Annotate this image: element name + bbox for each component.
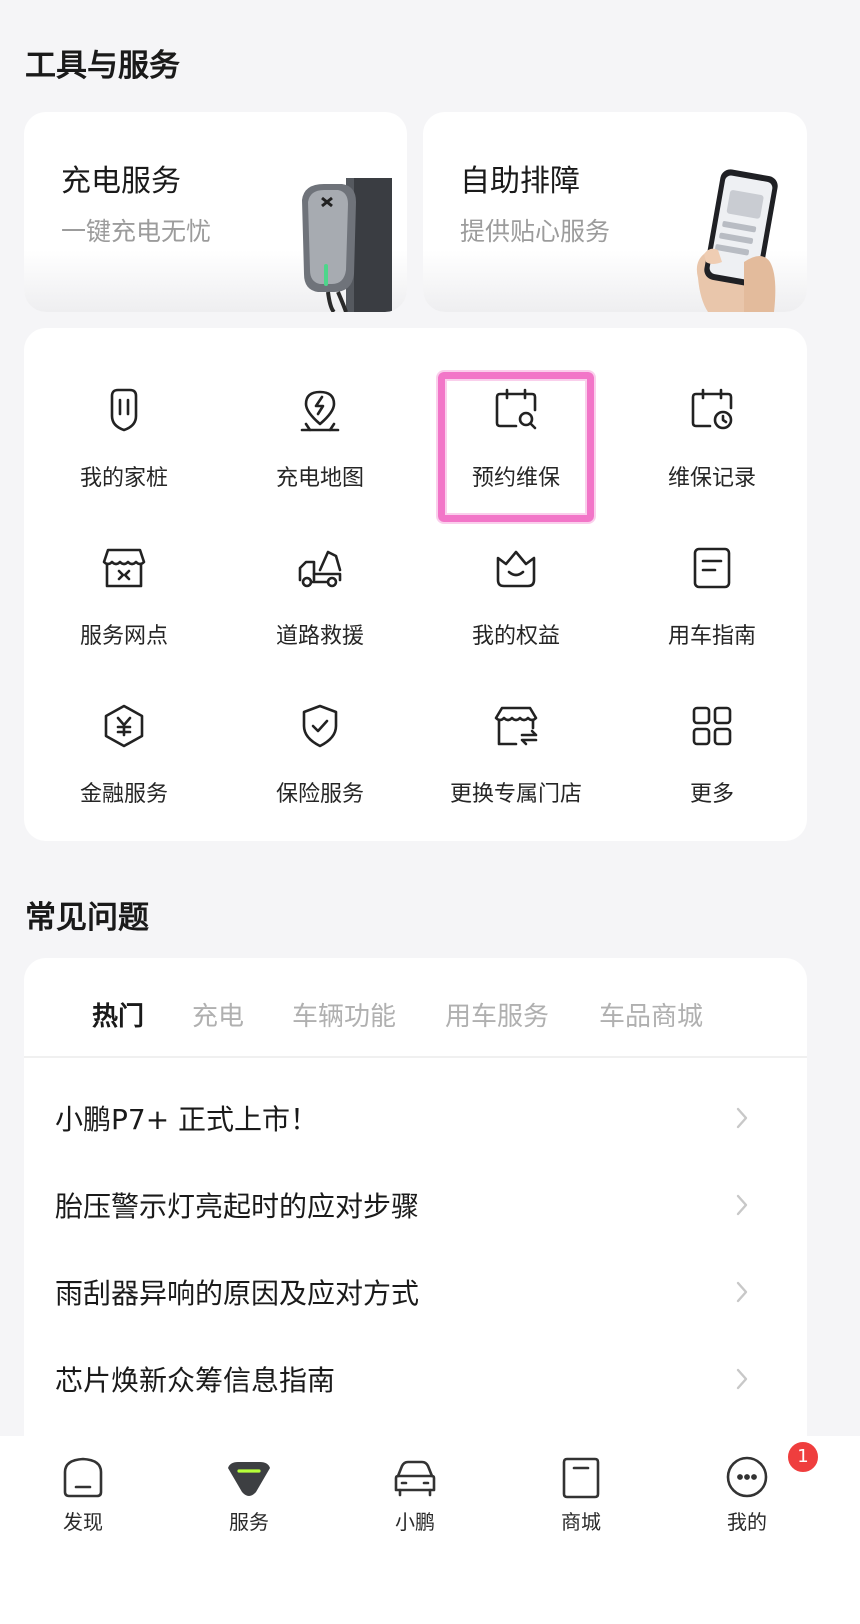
charging-map-icon: [300, 390, 340, 432]
bottom-nav: 发现 服务 小鹏 商城 我的: [0, 1436, 860, 1624]
faq-item-text: 芯片焕新众筹信息指南: [55, 1364, 336, 1397]
tools-section-title: 工具与服务: [25, 48, 180, 84]
wall-charger-image: [302, 178, 392, 312]
self-troubleshoot-title: 自助排障: [460, 164, 580, 199]
finance-yen-icon: [104, 704, 144, 748]
charging-service-subtitle: 一键充电无忧: [61, 217, 212, 246]
grid-label: 保险服务: [275, 782, 364, 807]
insurance-shield-icon: [302, 704, 338, 748]
faq-item[interactable]: 小鹏P7+ 正式上市！: [24, 1072, 807, 1160]
tab-charging[interactable]: 充电: [192, 996, 244, 1033]
grid-item-my-benefits[interactable]: 我的权益: [416, 526, 616, 656]
grid-item-maintenance-records[interactable]: 维保记录: [612, 368, 807, 498]
car-icon: [394, 1460, 436, 1497]
faq-item-text: 雨刮器异响的原因及应对方式: [55, 1277, 420, 1310]
grid-item-road-rescue[interactable]: 道路救援: [220, 526, 420, 656]
chevron-right-icon: [736, 1107, 748, 1129]
discover-icon: [63, 1457, 103, 1498]
nav-label: 小鹏: [395, 1510, 435, 1534]
notification-badge: 1: [786, 1440, 820, 1474]
grid-label: 更换专属门店: [449, 782, 582, 807]
more-grid-icon: [692, 706, 732, 746]
service-icon: [228, 1462, 270, 1496]
tab-hot[interactable]: 热门: [92, 996, 144, 1033]
tab-vehicle-functions[interactable]: 车辆功能: [292, 996, 396, 1033]
grid-item-more[interactable]: 更多: [612, 684, 807, 814]
grid-label: 维保记录: [667, 466, 756, 491]
charging-service-title: 充电服务: [61, 164, 181, 199]
charging-service-card[interactable]: 充电服务 一键充电无忧: [24, 112, 407, 312]
grid-item-car-guide[interactable]: 用车指南: [612, 526, 807, 656]
nav-item-me[interactable]: 我的: [692, 1454, 802, 1544]
hand-phone-image: [696, 169, 778, 312]
grid-item-home-charger[interactable]: 我的家桩: [24, 368, 224, 498]
nav-label: 我的: [727, 1510, 767, 1534]
guide-document-icon: [693, 547, 731, 589]
profile-icon: [726, 1456, 768, 1498]
faq-tabs: 热门 充电 车辆功能 用车服务 车品商城: [24, 958, 807, 1058]
grid-label: 更多: [689, 782, 734, 807]
grid-item-switch-store[interactable]: 更换专属门店: [416, 684, 616, 814]
faq-item[interactable]: 胎压警示灯亮起时的应对步骤: [24, 1159, 807, 1247]
nav-item-service[interactable]: 服务: [194, 1454, 304, 1544]
nav-label: 服务: [229, 1510, 269, 1534]
grid-item-finance[interactable]: 金融服务: [24, 684, 224, 814]
self-troubleshoot-card[interactable]: 自助排障 提供贴心服务: [423, 112, 807, 312]
self-troubleshoot-subtitle: 提供贴心服务: [460, 217, 611, 246]
nav-label: 发现: [63, 1510, 103, 1534]
faq-item[interactable]: 芯片焕新众筹信息指南: [24, 1333, 807, 1421]
grid-label: 金融服务: [79, 782, 168, 807]
tow-truck-icon: [298, 550, 342, 588]
faq-section-title: 常见问题: [25, 900, 149, 936]
grid-item-charging-map[interactable]: 充电地图: [220, 368, 420, 498]
grid-label: 我的权益: [471, 624, 560, 649]
nav-item-xpeng[interactable]: 小鹏: [360, 1454, 470, 1544]
faq-card: 热门 充电 车辆功能 用车服务 车品商城 小鹏P7+ 正式上市！ 胎压警示灯亮起…: [24, 958, 807, 1448]
chevron-right-icon: [736, 1194, 748, 1216]
service-store-icon: [102, 548, 146, 588]
grid-label: 用车指南: [667, 624, 756, 649]
nav-label: 商城: [561, 1510, 601, 1534]
grid-label: 充电地图: [275, 466, 364, 491]
shop-bag-icon: [562, 1457, 600, 1499]
tab-car-services[interactable]: 用车服务: [445, 996, 549, 1033]
grid-item-service-outlets[interactable]: 服务网点: [24, 526, 224, 656]
highlight-box: [438, 372, 594, 522]
calendar-clock-icon: [691, 388, 733, 430]
grid-label: 我的家桩: [79, 466, 168, 491]
switch-store-icon: [494, 706, 538, 746]
chevron-right-icon: [736, 1368, 748, 1390]
grid-item-insurance[interactable]: 保险服务: [220, 684, 420, 814]
faq-item-text: 小鹏P7+ 正式上市！: [55, 1103, 319, 1136]
grid-label: 道路救援: [275, 624, 364, 649]
charging-pile-icon: [110, 388, 138, 432]
benefits-basket-icon: [496, 550, 536, 588]
chevron-right-icon: [736, 1281, 748, 1303]
nav-item-mall[interactable]: 商城: [526, 1454, 636, 1544]
faq-item-text: 胎压警示灯亮起时的应对步骤: [55, 1190, 420, 1223]
nav-item-discover[interactable]: 发现: [28, 1454, 138, 1544]
grid-label: 服务网点: [79, 624, 168, 649]
faq-item[interactable]: 雨刮器异响的原因及应对方式: [24, 1246, 807, 1334]
services-grid-card: 我的家桩 充电地图 预约维保 维保记录 服务网点 道路救援 我的权益 用车指南 …: [24, 328, 807, 841]
tab-car-goods-mall[interactable]: 车品商城: [599, 996, 703, 1033]
